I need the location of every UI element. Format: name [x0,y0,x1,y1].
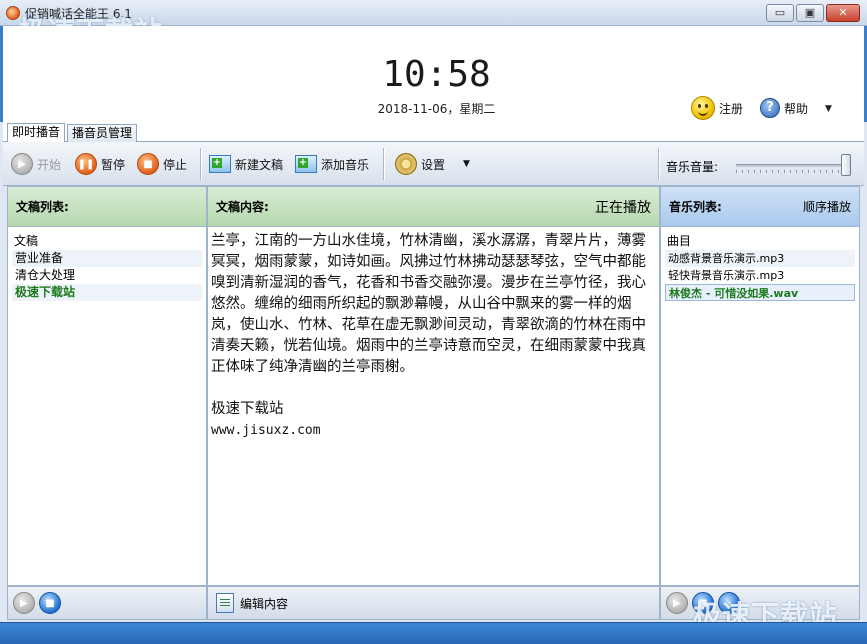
list-item[interactable]: 营业准备 [12,250,202,267]
list-item[interactable]: 清仓大处理 [12,267,202,284]
music-list: 曲目 动感背景音乐演示.mp3 轻快背景音乐演示.mp3 林俊杰 - 可惜没如果… [661,227,859,306]
doc-controls-bar: ▶ ■ [7,586,207,620]
volume-slider-thumb[interactable] [841,154,851,176]
doc-list: 文稿 营业准备 清仓大处理 极速下载站 [8,227,206,306]
doc-url: www.jisuxz.com [211,423,321,438]
music-list-title: 音乐列表: [669,200,722,214]
pause-button[interactable]: ❚❚ 暂停 [75,152,125,176]
play-icon: ▶ [11,153,33,175]
music-list-header: 音乐列表: 顺序播放 [661,187,859,227]
start-button[interactable]: ▶ 开始 [11,152,61,176]
status-bar [0,622,867,644]
help-icon: ? [760,98,780,118]
pause-label: 暂停 [101,157,126,172]
chevron-down-icon: ▼ [463,159,470,169]
doc-list-panel: 文稿列表: 文稿 营业准备 清仓大处理 极速下载站 [7,186,207,586]
volume-label: 音乐音量: [666,160,719,174]
help-label: 帮助 [784,101,809,116]
start-label: 开始 [37,157,62,172]
help-button[interactable]: ? 帮助 [760,96,808,120]
doc-body: 兰亭，江南的一方山水佳境，竹林清幽，溪水潺潺，青翠片片，薄雾冥冥，烟雨蒙蒙，如诗… [211,233,646,375]
new-doc-button[interactable]: 新建文稿 [209,152,283,176]
close-button[interactable]: ✕ [826,4,860,22]
edit-bar: 编辑内容 [207,586,660,620]
play-icon[interactable]: ▶ [666,592,688,614]
stop-button[interactable]: ■ 停止 [137,152,187,176]
stop-icon: ■ [137,153,159,175]
volume-slider-ticks [736,170,851,173]
minimize-button[interactable]: ▭ [766,4,794,22]
toolbar-divider [200,148,201,180]
doc-list-title: 文稿列表: [16,200,69,214]
tab-announcer-management[interactable]: 播音员管理 [67,124,138,143]
toolbar-divider [658,148,659,180]
list-item[interactable]: 极速下载站 [12,284,202,301]
doc-content-panel: 文稿内容: 正在播放 兰亭，江南的一方山水佳境，竹林清幽，溪水潺潺，青翠片片，薄… [207,186,660,586]
list-item[interactable]: 轻快背景音乐演示.mp3 [665,267,855,284]
music-list-panel: 音乐列表: 顺序播放 曲目 动感背景音乐演示.mp3 轻快背景音乐演示.mp3 … [660,186,860,586]
maximize-button[interactable]: ▣ [796,4,824,22]
music-list-column-header: 曲目 [667,234,692,248]
playback-status: 正在播放 [595,199,651,216]
toolbar-divider [383,148,384,180]
doc-content-text[interactable]: 兰亭，江南的一方山水佳境，竹林清幽，溪水潺潺，青翠片片，薄雾冥冥，烟雨蒙蒙，如诗… [208,227,659,441]
play-mode[interactable]: 顺序播放 [803,198,851,215]
toolbar: ▶ 开始 ❚❚ 暂停 ■ 停止 新建文稿 添加音乐 设置 ▼ 音乐音量: [3,142,864,186]
settings-button[interactable]: 设置 ▼ [395,152,470,176]
edit-content-label: 编辑内容 [240,596,289,611]
chevron-down-icon[interactable]: ▼ [825,104,832,114]
doc-content-header: 文稿内容: 正在播放 [208,187,659,227]
new-document-icon [209,155,231,173]
tab-instant-broadcast[interactable]: 即时播音 [7,123,66,143]
clock-display: 10:58 [382,54,491,95]
volume-slider-track[interactable] [736,164,851,167]
pause-icon: ❚❚ [75,153,97,175]
smiley-icon [691,96,715,120]
new-doc-label: 新建文稿 [235,157,284,172]
add-music-label: 添加音乐 [321,157,370,172]
tab-bar: 即时播音 播音员管理 [3,122,864,143]
edit-content-button[interactable]: 编辑内容 [216,593,288,613]
register-button[interactable]: 注册 [691,96,743,120]
doc-content-title: 文稿内容: [216,200,269,214]
stop-label: 停止 [163,157,188,172]
doc-list-column-header: 文稿 [14,234,39,248]
doc-list-header: 文稿列表: [8,187,206,227]
play-icon[interactable]: ▶ [13,592,35,614]
list-item[interactable]: 动感背景音乐演示.mp3 [665,250,855,267]
add-music-button[interactable]: 添加音乐 [295,152,369,176]
stop-icon[interactable]: ■ [39,592,61,614]
gear-icon [395,153,417,175]
add-music-icon [295,155,317,173]
clock-header: 10:58 2018-11-06，星期二 注册 ? 帮助 ▼ [0,26,867,122]
edit-document-icon [216,593,234,613]
title-bar: 促销喊话全能王 6.1 极速下载站 ▭ ▣ ✕ [0,0,867,48]
register-label: 注册 [719,101,744,116]
doc-signature: 极速下载站 [211,401,284,417]
list-item[interactable]: 林俊杰 - 可惜没如果.wav [665,284,855,301]
settings-label: 设置 [421,157,446,172]
